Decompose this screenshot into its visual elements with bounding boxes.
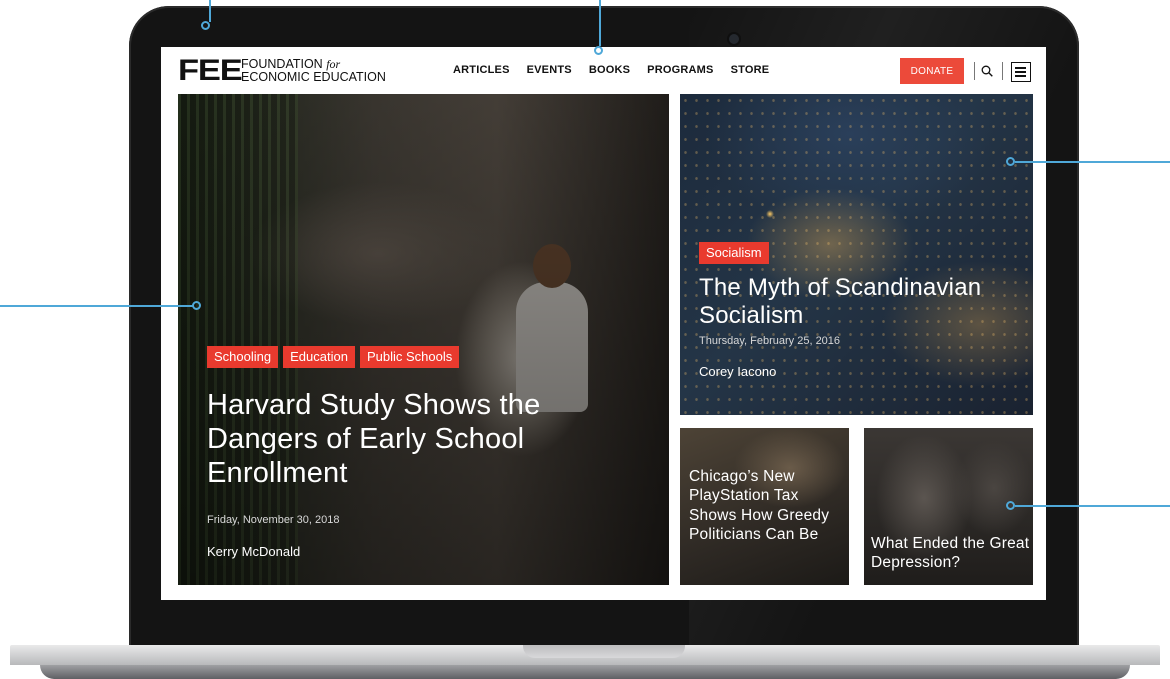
side-article-card[interactable]: Socialism The Myth of Scandinavian Socia… (680, 94, 1033, 415)
logo-for: for (326, 57, 341, 71)
callout-dot (192, 301, 201, 310)
callout-dot (201, 21, 210, 30)
screen: FEE FOUNDATION for ECONOMIC EDUCATION AR… (161, 47, 1046, 600)
tag-list: Schooling Education Public Schools (207, 346, 637, 368)
nav-events[interactable]: EVENTS (527, 64, 572, 76)
divider (974, 62, 975, 80)
laptop-notch (523, 645, 685, 658)
logo-line2: ECONOMIC EDUCATION (241, 70, 386, 84)
small-article-content: Chicago’s New PlayStation Tax Shows How … (689, 467, 849, 545)
camera-icon (729, 34, 739, 44)
main-menu: ARTICLES EVENTS BOOKS PROGRAMS STORE (453, 64, 769, 76)
logo-wordmark: FOUNDATION for ECONOMIC EDUCATION (241, 58, 386, 84)
callout-line (1015, 161, 1170, 163)
nav-articles[interactable]: ARTICLES (453, 64, 510, 76)
callout-dot (594, 46, 603, 55)
logo-line1: FOUNDATION (241, 57, 323, 71)
divider (1002, 62, 1003, 80)
callout-line (209, 0, 211, 22)
site-header: FEE FOUNDATION for ECONOMIC EDUCATION AR… (161, 47, 1046, 93)
callout-dot (1006, 501, 1015, 510)
callout-line (0, 305, 194, 307)
nav-programs[interactable]: PROGRAMS (647, 64, 713, 76)
side-article-date: Thursday, February 25, 2016 (699, 334, 841, 347)
callout-line (1015, 505, 1170, 507)
featured-article-date: Friday, November 30, 2018 (207, 513, 340, 526)
small-article-card[interactable]: Chicago’s New PlayStation Tax Shows How … (680, 428, 849, 585)
callout-dot (1006, 157, 1015, 166)
tag-socialism[interactable]: Socialism (699, 242, 769, 264)
small-article-content: What Ended the Great Depression? (871, 534, 1033, 573)
featured-article-title[interactable]: Harvard Study Shows the Dangers of Early… (207, 388, 607, 491)
laptop-base (0, 645, 1170, 679)
small-article-title[interactable]: What Ended the Great Depression? (871, 534, 1033, 573)
side-article-author[interactable]: Corey Iacono (699, 364, 1019, 379)
menu-icon[interactable] (1011, 62, 1031, 82)
small-article-title[interactable]: Chicago’s New PlayStation Tax Shows How … (689, 467, 849, 545)
callout-line (599, 0, 601, 46)
nav-books[interactable]: BOOKS (589, 64, 630, 76)
site-logo[interactable]: FEE FOUNDATION for ECONOMIC EDUCATION (178, 54, 386, 87)
featured-article-author[interactable]: Kerry McDonald (207, 544, 637, 559)
tag-public-schools[interactable]: Public Schools (359, 346, 460, 368)
side-article-content: Socialism The Myth of Scandinavian Socia… (699, 242, 1019, 379)
search-icon[interactable] (981, 65, 993, 77)
featured-article-card[interactable]: Schooling Education Public Schools Harva… (178, 94, 669, 585)
nav-store[interactable]: STORE (731, 64, 770, 76)
logo-mark: FEE (178, 54, 243, 87)
donate-button[interactable]: DONATE (900, 58, 964, 84)
featured-article-content: Schooling Education Public Schools Harva… (207, 346, 637, 559)
tag-schooling[interactable]: Schooling (207, 346, 279, 368)
side-article-title[interactable]: The Myth of Scandinavian Socialism (699, 274, 1019, 331)
tag-education[interactable]: Education (283, 346, 355, 368)
